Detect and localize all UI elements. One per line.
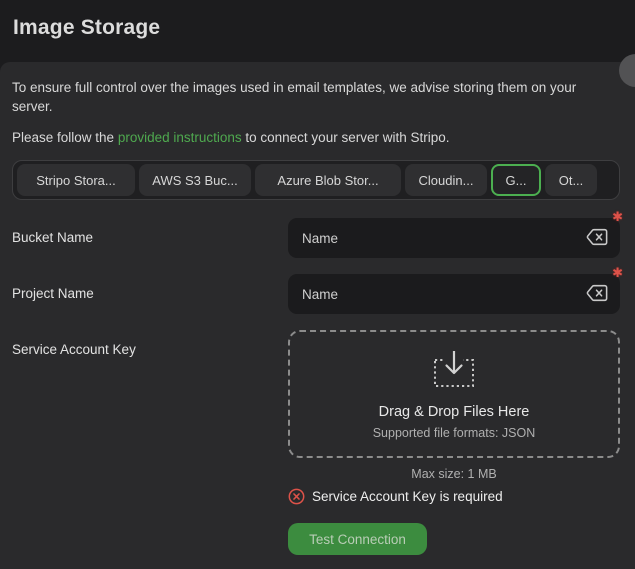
instructions-text: Please follow the provided instructions … (12, 129, 620, 146)
tab-azure-blob-storage[interactable]: Azure Blob Stor... (255, 164, 401, 196)
dropzone-title: Drag & Drop Files Here (378, 403, 530, 420)
dropzone-subtitle: Supported file formats: JSON (372, 425, 536, 440)
instructions-suffix: to connect your server with Stripo. (241, 130, 450, 145)
test-connection-button[interactable]: Test Connection (288, 523, 427, 555)
tab-cloudinary[interactable]: Cloudin... (405, 164, 487, 196)
download-into-box-icon (430, 349, 478, 394)
tab-google-selected[interactable]: G... (491, 164, 541, 196)
storage-provider-tabs: Stripo Stora... AWS S3 Buc... Azure Blob… (12, 160, 620, 200)
project-name-label: Project Name (12, 286, 94, 301)
backspace-clear-icon (586, 228, 608, 249)
project-name-clear-button[interactable] (586, 284, 608, 305)
provided-instructions-link[interactable]: provided instructions (118, 130, 242, 145)
project-name-input-wrap: ✱ (288, 266, 623, 314)
bucket-name-clear-button[interactable] (586, 228, 608, 249)
backspace-clear-icon (586, 284, 608, 305)
tab-other[interactable]: Ot... (545, 164, 597, 196)
service-account-key-row: Service Account Key Drag & Drop Files He… (12, 330, 620, 555)
instructions-prefix: Please follow the (12, 130, 118, 145)
intro-text: To ensure full control over the images u… (12, 80, 577, 114)
error-message-text: Service Account Key is required (312, 489, 503, 504)
image-storage-panel: To ensure full control over the images u… (0, 62, 635, 569)
tab-aws-s3-bucket[interactable]: AWS S3 Buc... (139, 164, 251, 196)
tab-stripo-storage[interactable]: Stripo Stora... (17, 164, 135, 196)
required-asterisk-icon: ✱ (612, 209, 623, 224)
project-name-input[interactable] (288, 274, 620, 314)
page-title: Image Storage (13, 16, 161, 39)
bucket-name-input[interactable] (288, 218, 620, 258)
required-asterisk-icon: ✱ (612, 265, 623, 280)
service-account-key-field: Drag & Drop Files Here Supported file fo… (288, 330, 620, 555)
error-message-row: Service Account Key is required (288, 488, 620, 505)
file-dropzone[interactable]: Drag & Drop Files Here Supported file fo… (288, 330, 620, 458)
bucket-name-label: Bucket Name (12, 230, 94, 245)
max-size-note: Max size: 1 MB (411, 467, 497, 481)
project-name-row: Project Name ✱ (12, 266, 623, 314)
bucket-name-row: Bucket Name ✱ (12, 210, 623, 258)
bucket-name-input-wrap: ✱ (288, 210, 623, 258)
service-account-key-label: Service Account Key (12, 342, 136, 357)
error-circle-x-icon (288, 488, 305, 505)
